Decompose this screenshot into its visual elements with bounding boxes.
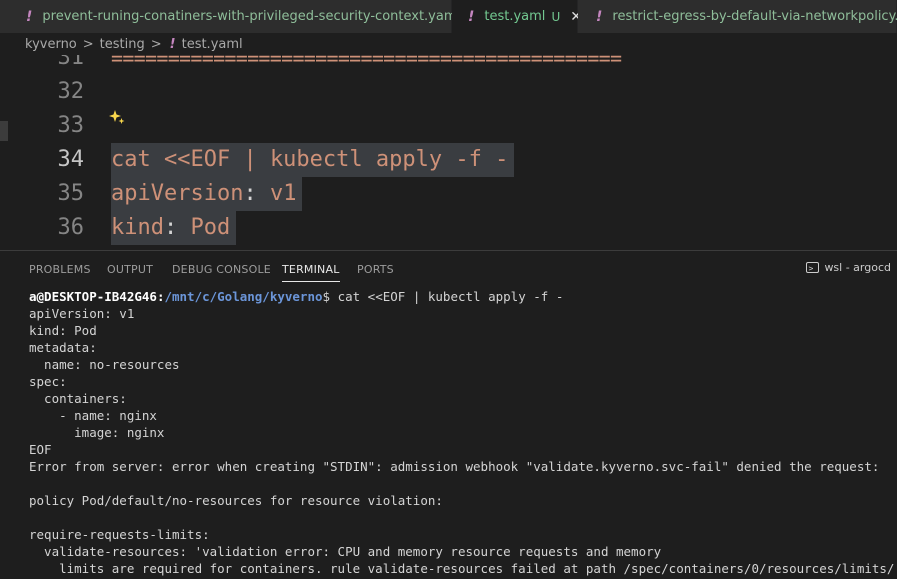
terminal-line: metadata: (29, 339, 895, 356)
terminal-line: policy Pod/default/no-resources for reso… (29, 492, 895, 509)
terminal-line: containers: (29, 390, 895, 407)
tab-terminal[interactable]: TERMINAL (282, 263, 340, 282)
yaml-key: kind (111, 215, 164, 240)
yaml-file-icon: ! (596, 9, 602, 25)
editor-line: 33 (0, 109, 897, 143)
line-code: cat <<EOF | kubectl apply -f - (111, 143, 514, 177)
breadcrumb-item-kyverno[interactable]: kyverno (25, 37, 77, 52)
tab-label: test.yaml (484, 9, 545, 24)
terminal-line: Error from server: error when creating "… (29, 458, 895, 475)
chevron-right-icon: > (83, 37, 94, 52)
terminal-icon: >_ (806, 262, 819, 273)
yaml-file-icon: ! (170, 37, 176, 52)
line-number: 36 (14, 211, 84, 245)
tab-label: restrict-egress-by-default-via-networkpo… (612, 9, 897, 24)
yaml-value: Pod (177, 215, 230, 240)
tab-output[interactable]: OUTPUT (107, 263, 153, 276)
line-code: apiVersion: v1 (111, 177, 302, 211)
tab-restrict-egress[interactable]: ! restrict-egress-by-default-via-network… (578, 0, 897, 33)
terminal-line: spec: (29, 373, 895, 390)
terminal-name: wsl - argocd (824, 261, 891, 274)
yaml-key: apiVersion (111, 181, 243, 206)
terminal-line: validate-resources: 'validation error: C… (29, 543, 895, 560)
tab-debug-console[interactable]: DEBUG CONSOLE (172, 263, 271, 276)
untracked-badge: U (551, 10, 560, 24)
sparkle-icon[interactable] (109, 109, 125, 125)
tab-ports[interactable]: PORTS (357, 263, 394, 276)
terminal-line: limits are required for containers. rule… (29, 560, 895, 577)
yaml-file-icon: ! (26, 9, 32, 25)
line-number: 35 (14, 177, 84, 211)
line-code: ========================================… (111, 55, 621, 75)
terminal-prompt-line: a@DESKTOP-IB42G46:/mnt/c/Golang/kyverno$… (29, 288, 895, 305)
line-number: 34 (14, 143, 84, 177)
line-number: 33 (14, 109, 84, 143)
bottom-panel: PROBLEMS OUTPUT DEBUG CONSOLE TERMINAL P… (0, 250, 897, 579)
prompt-user: a@DESKTOP-IB42G46 (29, 289, 157, 304)
terminal-command: cat <<EOF | kubectl apply -f - (338, 289, 564, 304)
tab-problems[interactable]: PROBLEMS (29, 263, 91, 276)
tab-test-yaml[interactable]: ! test.yaml U ✕ (452, 0, 578, 33)
terminal-line: - name: nginx (29, 407, 895, 424)
line-code: kind: Pod (111, 211, 236, 245)
yaml-colon: : (164, 215, 177, 240)
terminal-line: kind: Pod (29, 322, 895, 339)
terminal-line: EOF (29, 441, 895, 458)
editor-tab-bar: ! prevent-runing-conatiners-with-privile… (0, 0, 897, 33)
terminal-selector[interactable]: >_ wsl - argocd (806, 261, 891, 274)
breadcrumb-item-file[interactable]: test.yaml (182, 37, 243, 52)
yaml-colon: : (243, 181, 256, 206)
prompt-path: /mnt/c/Golang/kyverno (164, 289, 322, 304)
panel-tab-bar: PROBLEMS OUTPUT DEBUG CONSOLE TERMINAL P… (0, 251, 897, 286)
editor-line: 32 (0, 75, 897, 109)
terminal-line: require-requests-limits: (29, 526, 895, 543)
terminal-line (29, 509, 895, 526)
chevron-right-icon: > (151, 37, 162, 52)
prompt-symbol: $ (323, 289, 338, 304)
terminal-line: image: nginx (29, 424, 895, 441)
line-number: 31 (14, 55, 84, 75)
breadcrumb: kyverno > testing > ! test.yaml (0, 33, 897, 55)
terminal-line: apiVersion: v1 (29, 305, 895, 322)
editor-line: 34 cat <<EOF | kubectl apply -f - (0, 143, 897, 177)
editor-line: 36 kind: Pod (0, 211, 897, 245)
code-editor[interactable]: 31 =====================================… (0, 55, 897, 250)
yaml-value: v1 (257, 181, 297, 206)
breadcrumb-item-testing[interactable]: testing (100, 37, 145, 52)
line-number: 32 (14, 75, 84, 109)
tab-privileged-security-context[interactable]: ! prevent-runing-conatiners-with-privile… (0, 0, 452, 33)
terminal-line: name: no-resources (29, 356, 895, 373)
terminal-line (29, 475, 895, 492)
yaml-file-icon: ! (468, 9, 474, 25)
editor-line: 35 apiVersion: v1 (0, 177, 897, 211)
editor-line: 31 =====================================… (0, 55, 897, 75)
tab-label: prevent-runing-conatiners-with-privilege… (42, 9, 460, 24)
terminal-output[interactable]: a@DESKTOP-IB42G46:/mnt/c/Golang/kyverno$… (29, 288, 895, 577)
